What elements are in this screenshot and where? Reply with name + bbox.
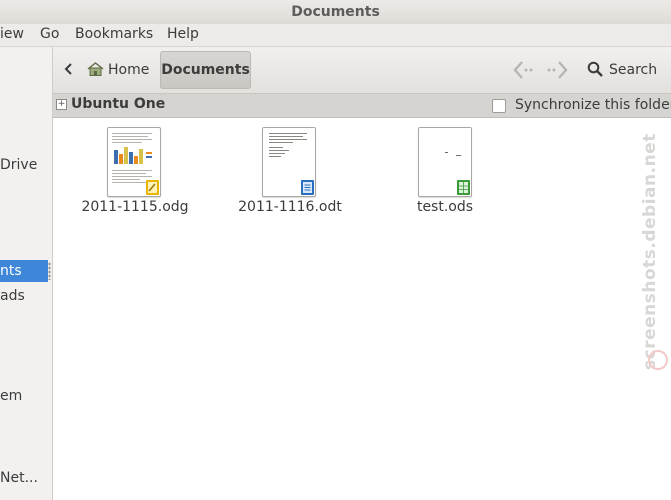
window-title: Documents <box>0 0 671 24</box>
sidebar: Drive nts ads em Net... <box>0 47 53 500</box>
nav-arrows <box>513 61 568 79</box>
history-back-icon[interactable] <box>513 61 533 79</box>
history-forward-icon[interactable] <box>547 61 568 79</box>
file-name: 2011-1115.odg <box>81 199 189 215</box>
search-icon <box>587 61 603 77</box>
chevron-left-icon <box>64 63 72 75</box>
back-button[interactable] <box>61 59 77 79</box>
sidebar-item-documents[interactable]: nts <box>0 260 48 282</box>
watermark-text: screenshots.debian.net <box>640 133 660 370</box>
file-icon-view[interactable]: 2011-1115.odg 2011-1116.odt test.ods <box>53 118 671 500</box>
search-button[interactable]: Search <box>587 57 657 83</box>
file-thumbnail <box>418 127 472 197</box>
menu-view[interactable]: iew <box>0 26 24 42</box>
menu-go[interactable]: Go <box>40 26 59 42</box>
menu-help[interactable]: Help <box>167 26 199 42</box>
sidebar-item-downloads[interactable]: ads <box>0 285 25 307</box>
file-thumbnail <box>107 127 161 197</box>
watermark-logo <box>648 350 668 370</box>
home-icon <box>87 62 104 76</box>
search-label: Search <box>609 62 658 78</box>
writer-badge-icon <box>301 180 314 195</box>
draw-badge-icon <box>146 180 159 195</box>
breadcrumb-current[interactable]: Documents <box>160 51 251 89</box>
calc-badge-icon <box>457 180 470 195</box>
file-name: 2011-1116.odt <box>238 199 342 215</box>
sidebar-item-filesystem[interactable]: em <box>0 385 22 407</box>
file-thumbnail <box>262 127 316 197</box>
sidebar-resize-handle[interactable] <box>48 262 51 280</box>
menubar: iew Go Bookmarks Help <box>0 24 671 47</box>
menu-bookmarks[interactable]: Bookmarks <box>75 26 153 42</box>
toolbar: Home Documents Search <box>53 47 671 94</box>
file-name: test.ods <box>416 199 474 215</box>
ubuntu-one-bar: + Ubuntu One Synchronize this folder <box>53 94 671 118</box>
ubuntu-one-title: Ubuntu One <box>71 96 166 112</box>
sync-folder-checkbox[interactable] <box>492 99 506 113</box>
sidebar-item-drive[interactable]: Drive <box>0 154 37 176</box>
sync-folder-label[interactable]: Synchronize this folder <box>515 97 671 113</box>
expander-icon[interactable]: + <box>56 99 67 110</box>
breadcrumb-home[interactable]: Home <box>87 57 149 83</box>
sidebar-item-network[interactable]: Net... <box>0 467 38 489</box>
breadcrumb-home-label: Home <box>108 62 150 78</box>
